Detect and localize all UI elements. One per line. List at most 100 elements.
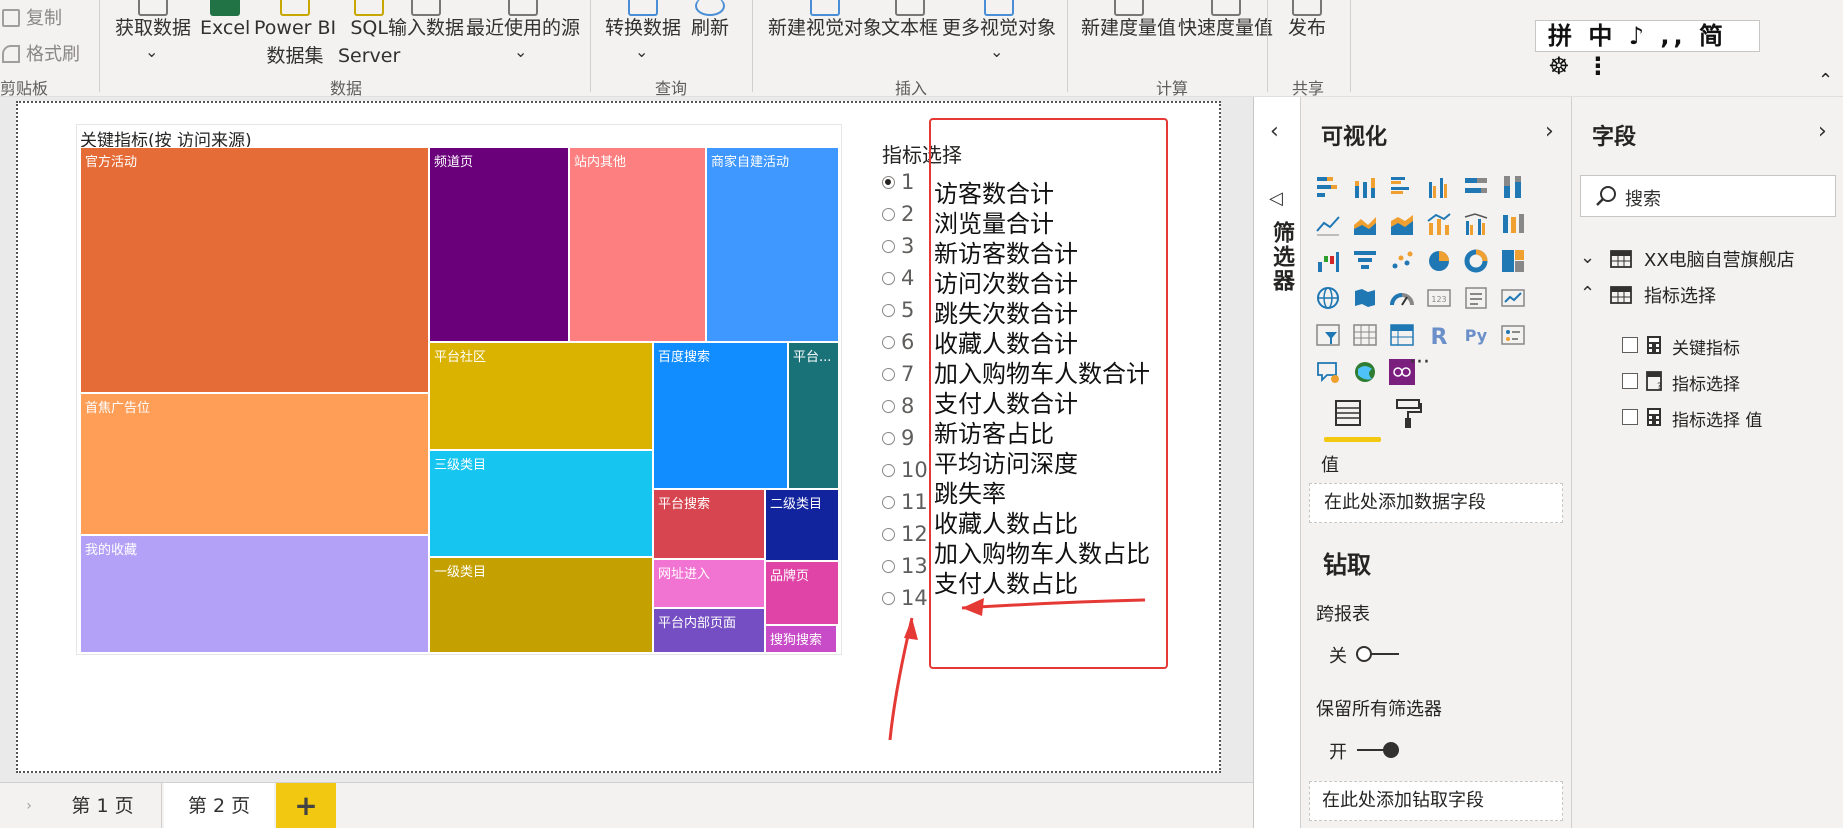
refresh-button[interactable]: 刷新 <box>691 0 729 42</box>
chevron-down-icon[interactable]: ⌄ <box>1580 247 1595 268</box>
treemap-tile[interactable]: 我的收藏 <box>80 535 429 653</box>
clustered-column-chart-icon[interactable] <box>1426 174 1452 200</box>
treemap-tile[interactable]: 平台内部页面 <box>653 608 765 653</box>
search-input[interactable]: 搜索 <box>1580 175 1836 217</box>
clustered-bar-chart-icon[interactable] <box>1389 174 1415 200</box>
qa-visual-icon[interactable] <box>1315 359 1341 385</box>
tab-page-1[interactable]: 第 1 页 <box>44 783 162 828</box>
treemap-tile[interactable]: 平台... <box>788 342 839 489</box>
chevron-down-icon[interactable]: ⌄ <box>990 42 1003 61</box>
field-checkbox[interactable] <box>1622 373 1638 389</box>
treemap-tile[interactable]: 官方活动 <box>80 147 429 393</box>
line-and-clustered-column-chart-icon[interactable] <box>1463 211 1489 237</box>
scatter-chart-icon[interactable] <box>1389 248 1415 274</box>
get-data-button[interactable]: 获取数据 <box>115 0 191 42</box>
format-painter-button[interactable]: 格式刷 <box>2 40 80 66</box>
value-drop-zone[interactable]: 在此处添加数据字段 <box>1309 483 1563 523</box>
treemap-tile[interactable]: 商家自建活动 <box>706 147 839 342</box>
chevron-left-icon[interactable]: ‹ <box>1270 119 1279 144</box>
treemap-tile[interactable]: 频道页 <box>429 147 569 342</box>
radio-button[interactable] <box>882 528 895 541</box>
add-page-button[interactable]: + <box>276 783 336 828</box>
filters-title[interactable]: 筛选器 <box>1265 221 1297 293</box>
radio-button[interactable] <box>882 208 895 221</box>
table-row[interactable]: ⌃ 指标选择 <box>1580 279 1840 311</box>
format-paint-roller-icon[interactable] <box>1394 398 1422 430</box>
tab-page-2[interactable]: 第 2 页 <box>164 783 274 828</box>
radio-button[interactable] <box>882 240 895 253</box>
radio-button[interactable] <box>882 496 895 509</box>
ime-toolbar[interactable]: 拼 中 ♪ ,, 简 ☸ ⋮ <box>1535 20 1760 80</box>
radio-button[interactable] <box>882 432 895 445</box>
chevron-right-icon[interactable]: › <box>14 783 44 828</box>
chevron-up-icon[interactable]: ⌃ <box>1580 283 1595 304</box>
slicer-icon[interactable] <box>1315 322 1341 348</box>
collapse-ribbon-icon[interactable]: ⌃ <box>1818 70 1833 91</box>
radio-button[interactable] <box>882 560 895 573</box>
treemap-chart-icon[interactable] <box>1500 248 1526 274</box>
gauge-icon[interactable] <box>1389 285 1415 311</box>
multi-row-card-icon[interactable] <box>1463 285 1489 311</box>
python-script-icon[interactable]: Py <box>1463 322 1489 348</box>
matrix-icon[interactable] <box>1389 322 1415 348</box>
stacked-column-chart-icon[interactable] <box>1352 174 1378 200</box>
treemap-tile[interactable]: 站内其他 <box>569 147 706 342</box>
more-visuals-button[interactable]: 更多视觉对象 <box>942 0 1056 42</box>
field-checkbox[interactable] <box>1622 409 1638 425</box>
arcgis-map-icon[interactable] <box>1352 359 1378 385</box>
treemap-tile[interactable]: 网址进入 <box>653 559 765 608</box>
r-script-icon[interactable]: R <box>1426 322 1452 348</box>
more-visuals-icon[interactable]: ··· <box>1409 350 1430 375</box>
copy-button[interactable]: 复制 <box>2 4 62 30</box>
filled-map-icon[interactable] <box>1352 285 1378 311</box>
field-item[interactable]: ? 指标选择 <box>1622 367 1842 397</box>
fields-tool-icon[interactable] <box>1334 398 1362 428</box>
line-chart-icon[interactable] <box>1315 211 1341 237</box>
card-icon[interactable]: 123 <box>1426 285 1452 311</box>
radio-button[interactable] <box>882 464 895 477</box>
treemap-tile[interactable]: 首焦广告位 <box>80 393 429 535</box>
pie-chart-icon[interactable] <box>1426 248 1452 274</box>
radio-button[interactable] <box>882 176 895 189</box>
text-box-button[interactable]: 文本框 <box>881 0 938 42</box>
table-row[interactable]: ⌄ XX电脑自营旗舰店 <box>1580 243 1840 275</box>
area-chart-icon[interactable] <box>1352 211 1378 237</box>
treemap-tile[interactable]: 平台社区 <box>429 342 653 450</box>
chevron-down-icon[interactable]: ⌄ <box>514 42 527 61</box>
treemap-tile[interactable]: 二级类目 <box>765 489 839 561</box>
field-checkbox[interactable] <box>1622 337 1638 353</box>
new-visual-button[interactable]: 新建视觉对象 <box>768 0 882 42</box>
chevron-right-icon[interactable]: › <box>1818 119 1827 144</box>
stacked-area-chart-icon[interactable] <box>1389 211 1415 237</box>
kpi-icon[interactable] <box>1500 285 1526 311</box>
radio-button[interactable] <box>882 272 895 285</box>
radio-button[interactable] <box>882 368 895 381</box>
recent-sources-button[interactable]: 最近使用的源 <box>466 0 580 42</box>
treemap-visual[interactable]: 关键指标(按 访问来源) 官方活动 首焦广告位 我的收藏 频道页 站内其他 商家… <box>76 124 842 655</box>
keep-filters-toggle[interactable] <box>1355 740 1401 760</box>
field-item[interactable]: 关键指标 <box>1622 331 1842 361</box>
powerbi-datasets-button[interactable]: Power BI 数据集 <box>254 0 336 70</box>
radio-button[interactable] <box>882 400 895 413</box>
donut-chart-icon[interactable] <box>1463 248 1489 274</box>
table-visual-icon[interactable] <box>1352 322 1378 348</box>
map-icon[interactable] <box>1315 285 1341 311</box>
treemap-tile[interactable]: 品牌页 <box>765 561 839 625</box>
treemap-tile[interactable]: 平台搜索 <box>653 489 765 559</box>
stacked-bar-chart-icon[interactable] <box>1315 174 1341 200</box>
funnel-chart-icon[interactable] <box>1352 248 1378 274</box>
treemap-tile[interactable]: 一级类目 <box>429 557 653 653</box>
cross-report-toggle[interactable] <box>1355 645 1401 663</box>
treemap-tile[interactable]: 三级类目 <box>429 450 653 557</box>
publish-button[interactable]: 发布 <box>1288 0 1326 42</box>
chevron-down-icon[interactable]: ⌄ <box>145 42 158 61</box>
radio-button[interactable] <box>882 304 895 317</box>
key-influencers-icon[interactable] <box>1500 322 1526 348</box>
100-stacked-column-chart-icon[interactable] <box>1500 174 1526 200</box>
new-measure-button[interactable]: 新建度量值 <box>1081 0 1176 42</box>
100-stacked-bar-chart-icon[interactable] <box>1463 174 1489 200</box>
drillthrough-drop-zone[interactable]: 在此处添加钻取字段 <box>1309 781 1563 821</box>
waterfall-chart-icon[interactable] <box>1315 248 1341 274</box>
chevron-right-icon[interactable]: › <box>1545 119 1554 144</box>
transform-data-button[interactable]: 转换数据 <box>605 0 681 42</box>
